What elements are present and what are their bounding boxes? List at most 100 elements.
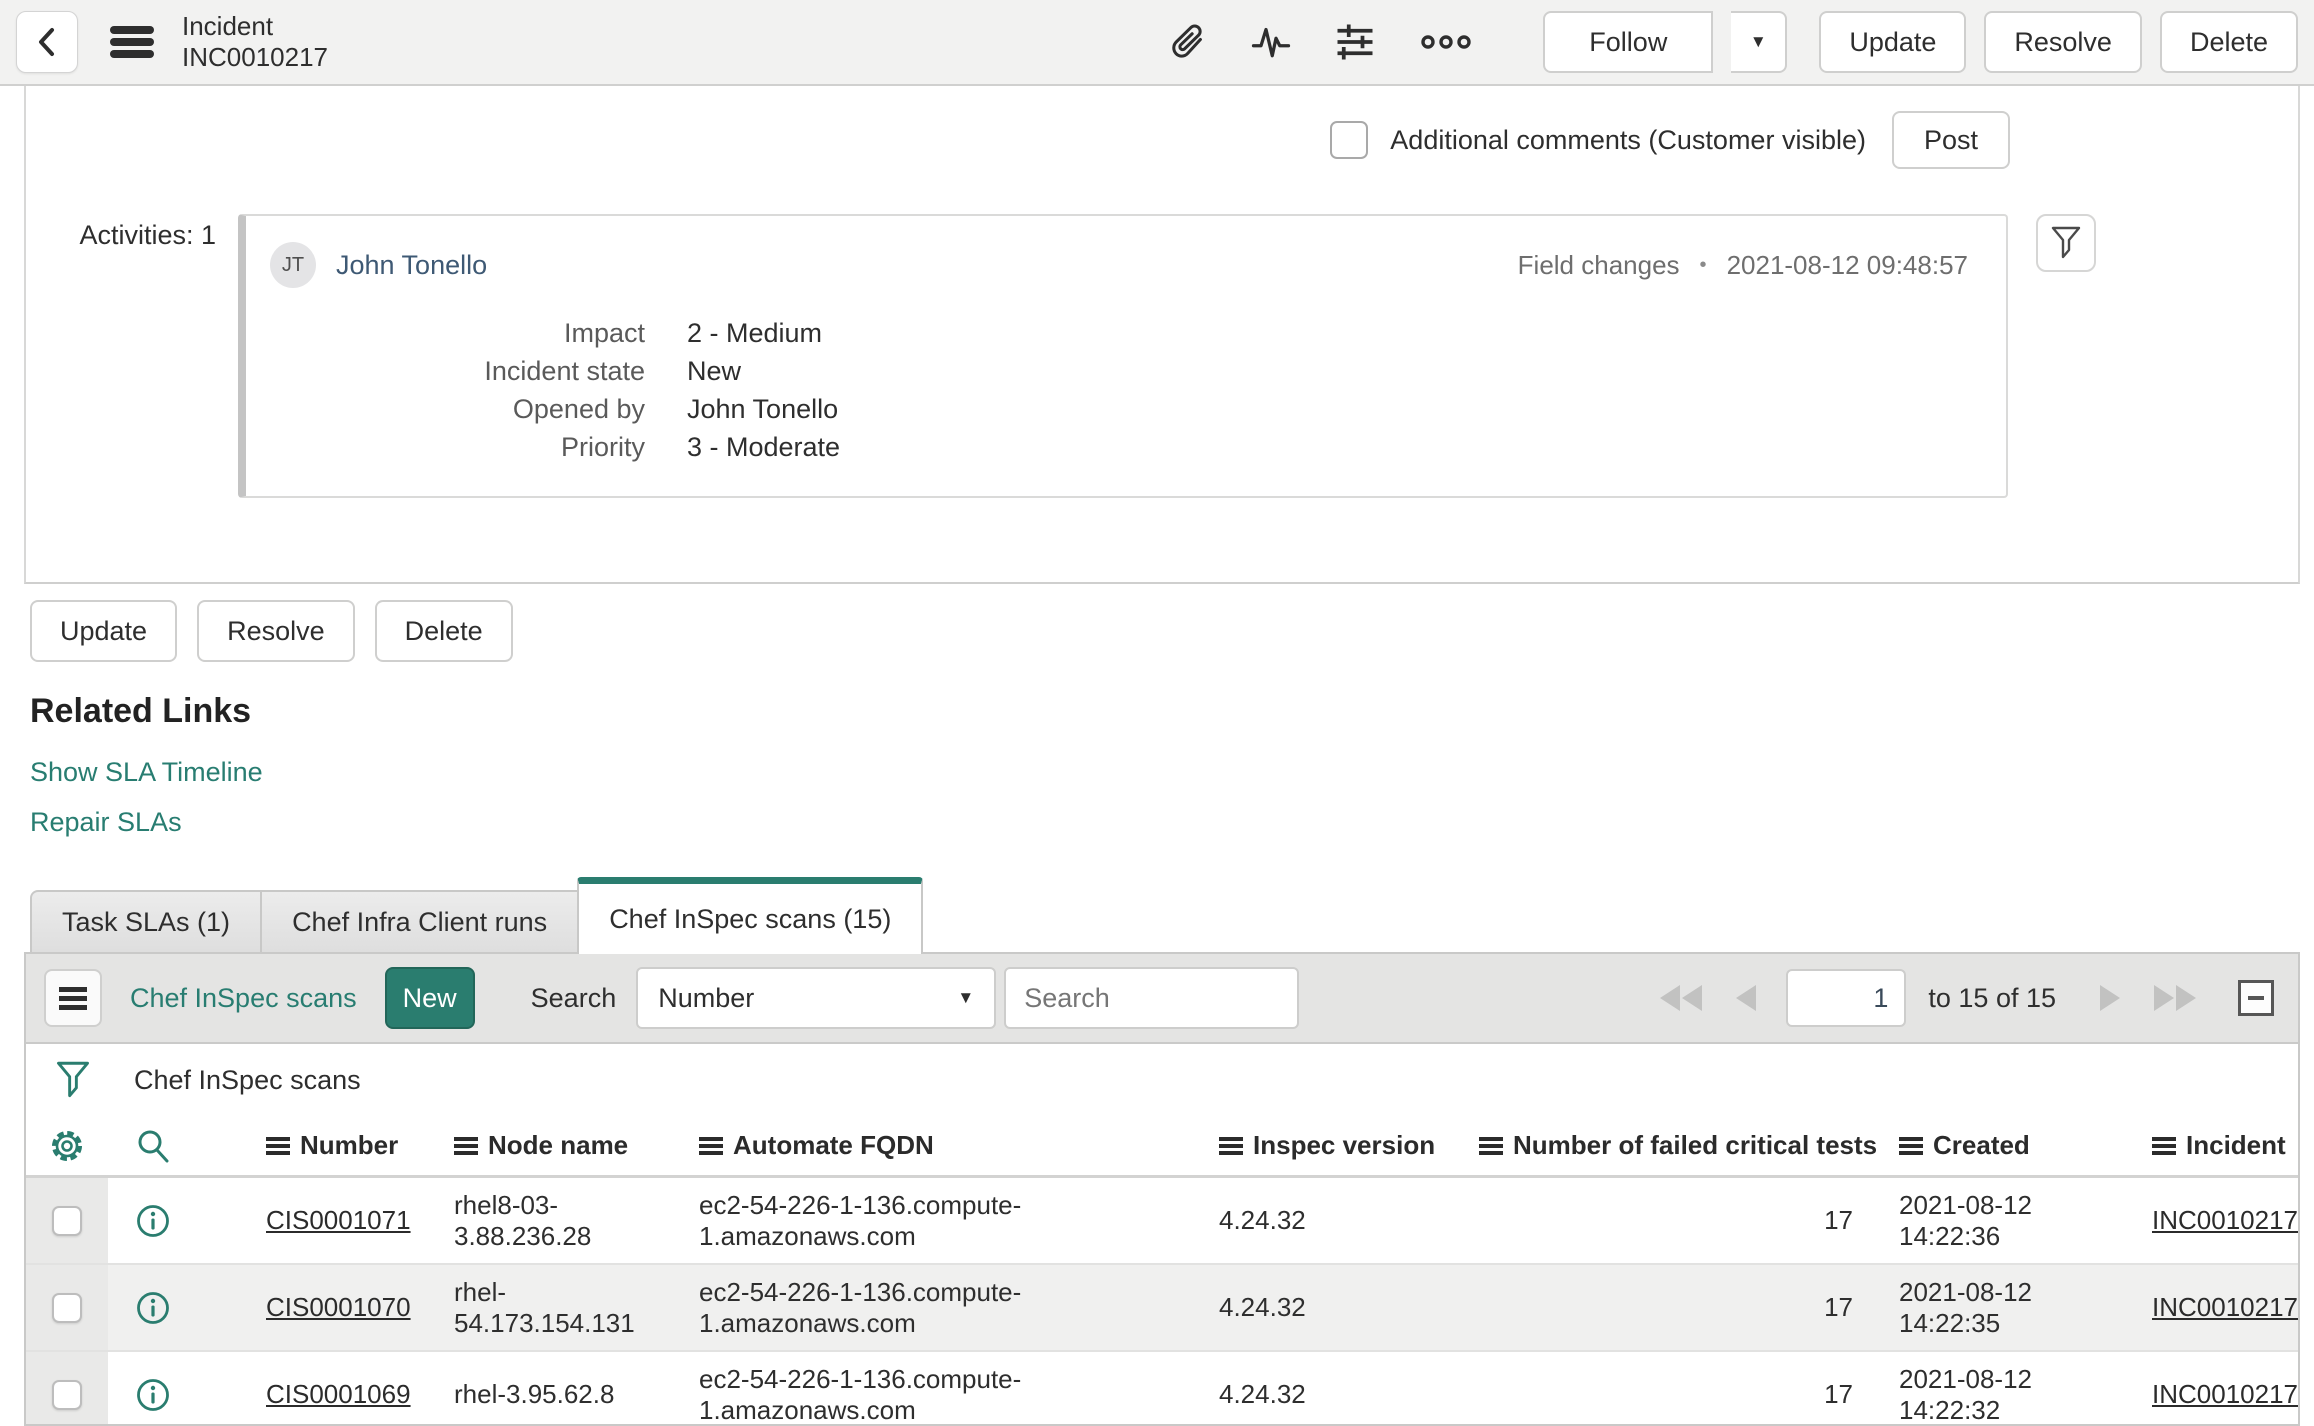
delete-button-bottom[interactable]: Delete [374,600,513,662]
field-value: 2 - Medium [687,318,823,348]
field-value: John Tonello [687,394,839,424]
activity-user-name[interactable]: John Tonello [336,250,487,281]
cell-automate-fqdn: ec2-54-226-1-136.compute-1.amazonaws.com [699,1189,1022,1251]
field-value: New [687,356,742,386]
column-menu-icon [2152,1136,2176,1155]
list-search-input[interactable] [1004,967,1300,1029]
follow-button[interactable]: Follow [1543,11,1714,73]
incident-link[interactable]: INC0010217 [2152,1379,2298,1409]
column-menu-icon [1479,1136,1503,1155]
column-header-automate-fqdn[interactable]: Automate FQDN [683,1130,1203,1161]
cell-node-name: rhel-3.95.62.8 [454,1379,615,1409]
list-toolbar: Chef InSpec scans New Search Number ▼ to… [26,954,2298,1044]
column-menu-icon [266,1136,290,1155]
preview-record-button[interactable] [108,1352,198,1424]
record-number: INC0010217 [182,42,328,72]
field-change-row: Priority 3 - Moderate [270,428,1976,466]
collapse-list-icon[interactable] [2238,980,2274,1016]
activity-type: Field changes [1517,249,1680,280]
field-change-row: Incident state New [270,352,1976,390]
related-links-section: Related Links Show SLA Timeline Repair S… [30,692,2314,839]
resolve-button[interactable]: Resolve [1984,11,2142,73]
activity-timestamp: 2021-08-12 09:48:57 [1726,249,1968,280]
row-checkbox[interactable] [52,1292,82,1323]
info-icon [136,1204,170,1238]
incident-link[interactable]: INC0010217 [2152,1292,2298,1322]
post-button[interactable]: Post [1891,111,2010,169]
show-sla-timeline-link[interactable]: Show SLA Timeline [30,755,2314,789]
row-checkbox[interactable] [52,1379,82,1410]
cell-inspec-version: 4.24.32 [1219,1379,1306,1409]
cell-failed-critical-tests: 17 [1824,1205,1853,1235]
record-link[interactable]: CIS0001070 [266,1292,411,1322]
search-field-select[interactable]: Number ▼ [636,967,997,1029]
column-header-created[interactable]: Created [1883,1130,2138,1161]
update-button[interactable]: Update [1819,11,1967,73]
record-link[interactable]: CIS0001069 [266,1379,411,1409]
column-header-failed-critical-tests[interactable]: Number of failed critical tests [1463,1130,1883,1161]
chevron-down-icon: ▼ [1749,32,1767,51]
resolve-button-bottom[interactable]: Resolve [197,600,355,662]
list-context-menu-button[interactable] [44,969,102,1027]
search-icon [136,1129,170,1163]
tab-task-slas[interactable]: Task SLAs (1) [30,890,263,952]
first-page-icon[interactable] [1652,977,1710,1019]
funnel-icon [2051,226,2081,260]
last-page-icon[interactable] [2146,977,2204,1019]
tab-chef-inspec-scans[interactable]: Chef InSpec scans (15) [577,877,924,954]
column-header-incident[interactable]: Incident [2138,1130,2298,1161]
list-title-link[interactable]: Chef InSpec scans [130,983,357,1014]
preview-record-button[interactable] [108,1265,198,1350]
personalize-form-icon[interactable] [1323,11,1387,73]
activity-filter-button[interactable] [2036,214,2096,272]
cell-node-name: rhel-54.173.154.131 [454,1276,635,1338]
update-button-bottom[interactable]: Update [30,600,178,662]
row-select-cell [26,1178,108,1263]
row-select-cell [26,1352,108,1424]
customer-visible-checkbox[interactable] [1330,121,1369,159]
record-link[interactable]: CIS0001071 [266,1205,411,1235]
preview-record-button[interactable] [108,1178,198,1263]
cell-inspec-version: 4.24.32 [1219,1292,1306,1322]
repair-slas-link[interactable]: Repair SLAs [30,805,2314,839]
incident-link[interactable]: INC0010217 [2152,1205,2298,1235]
next-page-icon[interactable] [2092,977,2128,1019]
hamburger-menu-icon[interactable] [108,22,156,62]
column-header-inspec-version[interactable]: Inspec version [1203,1130,1463,1161]
column-menu-icon [1219,1136,1243,1155]
column-header-node-name[interactable]: Node name [438,1130,683,1161]
cell-failed-critical-tests: 17 [1824,1379,1853,1409]
attachment-icon[interactable] [1159,11,1219,73]
table-row: CIS0001070 rhel-54.173.154.131 ec2-54-22… [26,1265,2298,1352]
field-label: Priority [560,432,645,462]
filter-funnel-icon[interactable] [56,1061,90,1099]
header-action-buttons: Update Resolve Delete [1801,11,2298,73]
breadcrumb[interactable]: Chef InSpec scans [134,1065,361,1096]
personalize-columns-button[interactable] [26,1116,108,1175]
field-change-row: Impact 2 - Medium [270,314,1976,352]
chef-inspec-scans-list: Chef InSpec scans New Search Number ▼ to… [24,952,2300,1426]
previous-page-icon[interactable] [1728,977,1764,1019]
new-record-button[interactable]: New [384,967,475,1029]
table-row: CIS0001069 rhel-3.95.62.8 ec2-54-226-1-1… [26,1352,2298,1424]
current-page-input[interactable] [1786,969,1907,1027]
delete-button[interactable]: Delete [2159,11,2298,73]
row-checkbox[interactable] [52,1205,82,1236]
search-row-toggle-button[interactable] [108,1116,198,1175]
follow-dropdown-button[interactable]: ▼ [1731,11,1788,73]
avatar: JT [270,242,316,288]
column-header-number[interactable]: Number [198,1130,438,1161]
info-icon [136,1378,170,1412]
list-breadcrumb-row: Chef InSpec scans [26,1044,2298,1116]
activities-row: Activities: 1 JT John Tonello Field chan… [26,214,2298,498]
tab-chef-infra-client-runs[interactable]: Chef Infra Client runs [260,890,580,952]
back-button[interactable] [16,11,78,73]
field-label: Incident state [484,356,645,386]
more-options-icon[interactable] [1407,21,1485,63]
column-menu-icon [1899,1136,1923,1155]
related-links-title: Related Links [30,692,252,730]
field-change-row: Opened by John Tonello [270,390,1976,428]
list-pagination: to 15 of 15 [1652,969,2280,1027]
record-type: Incident [182,11,274,42]
activity-stream-icon[interactable] [1239,12,1303,72]
